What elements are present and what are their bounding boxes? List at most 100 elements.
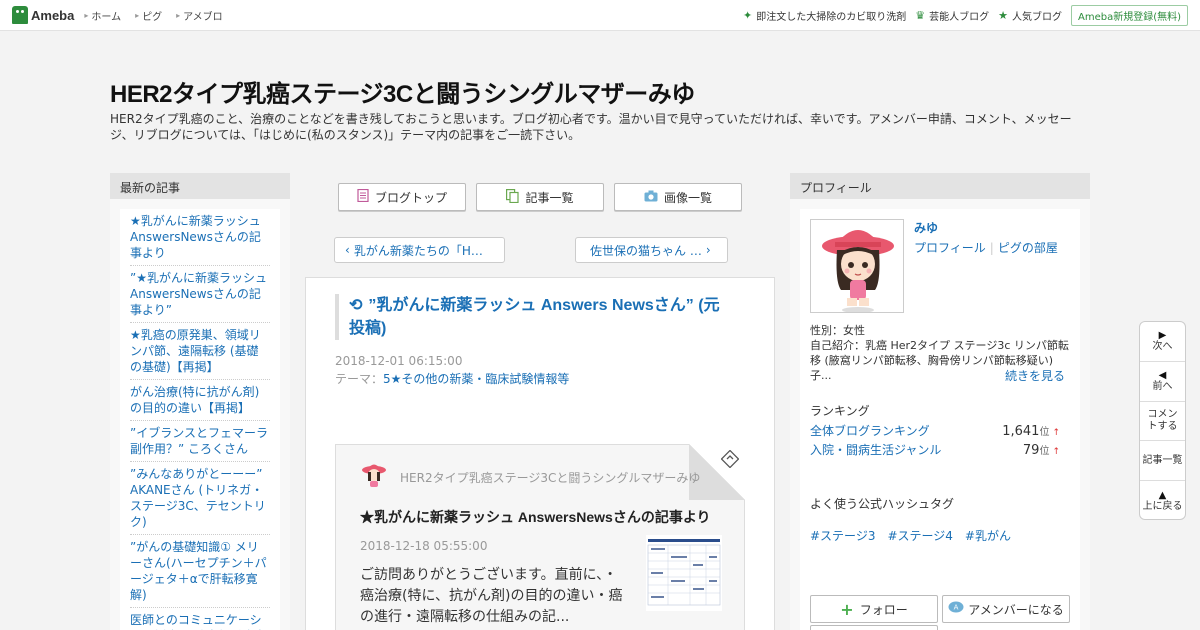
side-article-list-button[interactable]: 記事一覧 [1140, 441, 1185, 482]
chevron-right-icon: › [705, 243, 711, 257]
article-list-label: 記事一覧 [525, 190, 574, 205]
card-date: 2018-12-18 05:55:00 [360, 539, 488, 553]
crown-icon: ♛ [915, 8, 926, 22]
side-comment-button[interactable]: コメントする [1140, 402, 1185, 442]
popular-blog-label: 人気ブログ [1011, 11, 1062, 23]
promo-link[interactable]: ✦ 即注文した大掃除のカビ取り洗剤 [743, 8, 906, 23]
recent-article-link[interactable]: がん治療(特に抗がん剤)の目的の違い【再掲】 [130, 380, 270, 421]
blog-description: HER2タイプ乳癌のこと、治療のことなどを書き残しておこうと思います。ブログ初心… [110, 112, 1072, 142]
side-article-list-label: 記事一覧 [1142, 454, 1183, 466]
follow-button[interactable]: + フォロー [810, 595, 938, 623]
side-prev-label: 前へ [1152, 380, 1173, 392]
nav-pigg[interactable]: ピグ [135, 8, 162, 23]
nav-amebro[interactable]: アメブロ [176, 8, 223, 23]
blog-top-button[interactable]: ブログトップ [338, 183, 466, 211]
recent-article-link[interactable]: ”★乳がんに新薬ラッシュ AnswersNewsさんの記事より” [130, 266, 270, 323]
ameba-logo-icon [12, 6, 28, 24]
profile-name[interactable]: みゆ [914, 219, 938, 236]
read-more-link[interactable]: 続きを見る [1005, 367, 1065, 384]
nav-home[interactable]: ホーム [84, 8, 121, 23]
card-excerpt: ご訪問ありがとうございます。直前に、・癌治療(特に、抗がん剤)の目的の違い・癌の… [360, 567, 623, 625]
recent-article-link[interactable]: ★乳癌の原発巣、領域リンパ節、遠隔転移 (基礎の基礎)【再掲】 [130, 323, 270, 380]
image-list-label: 画像一覧 [663, 190, 712, 205]
card-blog-name: HER2タイプ乳癌ステージ3Cと闘うシングルマザーみゆ [400, 471, 701, 485]
star-icon: ★ [998, 8, 1008, 22]
side-next-label: 次へ [1152, 340, 1173, 352]
article-panel: ⟲ ”乳がんに新薬ラッシュ Answers Newsさん” (元投稿) 2018-… [305, 277, 775, 630]
side-back-to-top-button[interactable]: ▲ 上に戻る [1140, 481, 1185, 521]
theme-label: テーマ： [335, 372, 384, 386]
article-date: 2018-12-01 06:15:00 [335, 354, 463, 368]
popular-blog-link[interactable]: ★ 人気ブログ [998, 8, 1062, 23]
top-bar: Ameba ホーム ピグ アメブロ ✦即注文した大掃除のカビ取り洗剤 ♛芸能人ブ… [0, 0, 1200, 31]
promo-link-label: 即注文した大掃除のカビ取り洗剤 [756, 11, 907, 23]
ranking-row: 入院・闘病生活ジャンル 79 位 ↑ [810, 441, 1060, 458]
amember-button[interactable]: A アメンバーになる [942, 595, 1070, 623]
extra-button[interactable] [810, 625, 938, 630]
celebrity-blog-label: 芸能人ブログ [929, 11, 990, 23]
reblog-corner-icon [720, 449, 740, 472]
rank-up-arrow-icon: ↑ [1052, 447, 1060, 457]
profile-avatar[interactable] [810, 219, 904, 313]
side-next-button[interactable]: ▶ 次へ [1140, 322, 1185, 362]
prev-article-label: 乳がん新薬たちの「H… [353, 243, 483, 258]
recent-article-link[interactable]: ”イブランスとフェマーラ副作用？” ころくさん [130, 421, 270, 462]
pigg-room-link[interactable]: ピグの部屋 [998, 241, 1058, 255]
recent-article-link[interactable]: 医師とのコミュニケーション例 押川勝太郎睡病内 [130, 608, 270, 630]
reblog-card[interactable]: HER2タイプ乳癌ステージ3Cと闘うシングルマザーみゆ ★乳がんに新薬ラッシュ … [335, 444, 745, 630]
celebrity-blog-link[interactable]: ♛ 芸能人ブログ [915, 8, 989, 23]
top-right-links: ✦ 即注文した大掃除のカビ取り洗剤 ♛ 芸能人ブログ ★ 人気ブログ Ameba新規登… [743, 4, 1200, 26]
blog-top-label: ブログトップ [374, 190, 447, 205]
hashtag-link[interactable]: #ステージ3 [810, 527, 875, 544]
recent-articles-list: ★乳がんに新薬ラッシュ AnswersNewsさんの記事より ”★乳がんに新薬ラ… [120, 209, 280, 630]
amember-label: アメンバーになる [968, 602, 1064, 617]
image-list-button[interactable]: 画像一覧 [614, 183, 742, 211]
reblog-icon: ⟲ [349, 297, 363, 314]
copy-icon [506, 188, 520, 206]
profile-panel: みゆ プロフィール | ピグの部屋 性別：女性 自己紹介：乳癌 Her2タイプ ステ… [790, 199, 1090, 630]
profile-heading: プロフィール [790, 173, 1090, 199]
hashtag-list: #ステージ3 #ステージ4 #乳がん [810, 527, 1023, 544]
side-comment-label: コメントする [1147, 408, 1178, 432]
sparkle-icon: ✦ [743, 8, 753, 22]
follow-label: フォロー [859, 602, 908, 617]
blog-header: HER2タイプ乳癌ステージ3Cと闘うシングルマザーみゆ HER2タイプ乳癌のこと… [0, 32, 1200, 172]
link-separator: | [989, 241, 994, 255]
article-title-block: ⟲ ”乳がんに新薬ラッシュ Answers Newsさん” (元投稿) [335, 294, 730, 340]
top-nav: ホーム ピグ アメブロ [84, 8, 236, 23]
triangle-up-icon: ▲ [1158, 489, 1167, 501]
profile-links: プロフィール | ピグの部屋 [914, 239, 1058, 256]
document-icon [357, 188, 369, 205]
article-list-button[interactable]: 記事一覧 [476, 183, 604, 211]
overall-ranking-link[interactable]: 全体ブログランキング [810, 422, 930, 439]
genre-ranking-link[interactable]: 入院・闘病生活ジャンル [810, 441, 941, 458]
side-prev-button[interactable]: ◀ 前へ [1140, 362, 1185, 402]
card-thumbnail [646, 535, 722, 611]
hashtag-link[interactable]: #ステージ4 [887, 527, 952, 544]
recent-article-link[interactable]: ★乳がんに新薬ラッシュ AnswersNewsさんの記事より [130, 209, 270, 266]
plus-icon: + [840, 599, 854, 619]
recent-article-link[interactable]: ”みんなありがとーーー” AKANEさん (トリネガ・ステージ3C、テセントリク… [130, 462, 270, 535]
next-article-label: 佐世保の猫ちゃん … [590, 243, 702, 258]
ranking-row: 全体ブログランキング 1,641 位 ↑ [810, 422, 1060, 439]
profile-gender: 性別：女性 [810, 324, 865, 337]
article-title[interactable]: ”乳がんに新薬ラッシュ Answers Newsさん” (元投稿) [349, 297, 720, 337]
theme-link[interactable]: 5★その他の新薬・臨床試験情報等 [383, 372, 569, 386]
ameba-logo[interactable]: Ameba [12, 6, 74, 24]
hashtag-heading: よく使う公式ハッシュタグ [810, 497, 955, 511]
blog-title[interactable]: HER2タイプ乳癌ステージ3Cと闘うシングルマザーみゆ [110, 74, 695, 109]
floating-side-nav: ▶ 次へ ◀ 前へ コメントする 記事一覧 ▲ 上に戻る [1139, 321, 1186, 520]
register-button[interactable]: Ameba新規登録(無料) [1070, 4, 1188, 26]
ranking-unit: 位 [1039, 446, 1050, 457]
recent-article-link[interactable]: ”がんの基礎知識① メリーさん(ハーセプチン＋パージェタ＋αで肝転移寛解) [130, 535, 270, 608]
recent-articles-heading: 最新の記事 [110, 173, 290, 199]
chevron-left-icon: ‹ [345, 243, 350, 257]
next-article-button[interactable]: 佐世保の猫ちゃん … › [575, 237, 728, 263]
prev-article-button[interactable]: ‹ 乳がん新薬たちの「H… [334, 237, 505, 263]
amember-icon: A [948, 601, 964, 617]
profile-column: プロフィール みゆ プロフィール | ピグの部屋 性別：女性 自己紹介：乳癌 H… [790, 173, 1090, 630]
hashtag-link[interactable]: #乳がん [965, 527, 1011, 544]
profile-link[interactable]: プロフィール [914, 241, 986, 255]
recent-articles-column: 最新の記事 ★乳がんに新薬ラッシュ AnswersNewsさんの記事より ”★乳… [110, 173, 290, 630]
recent-articles-panel: ★乳がんに新薬ラッシュ AnswersNewsさんの記事より ”★乳がんに新薬ラ… [110, 199, 290, 630]
